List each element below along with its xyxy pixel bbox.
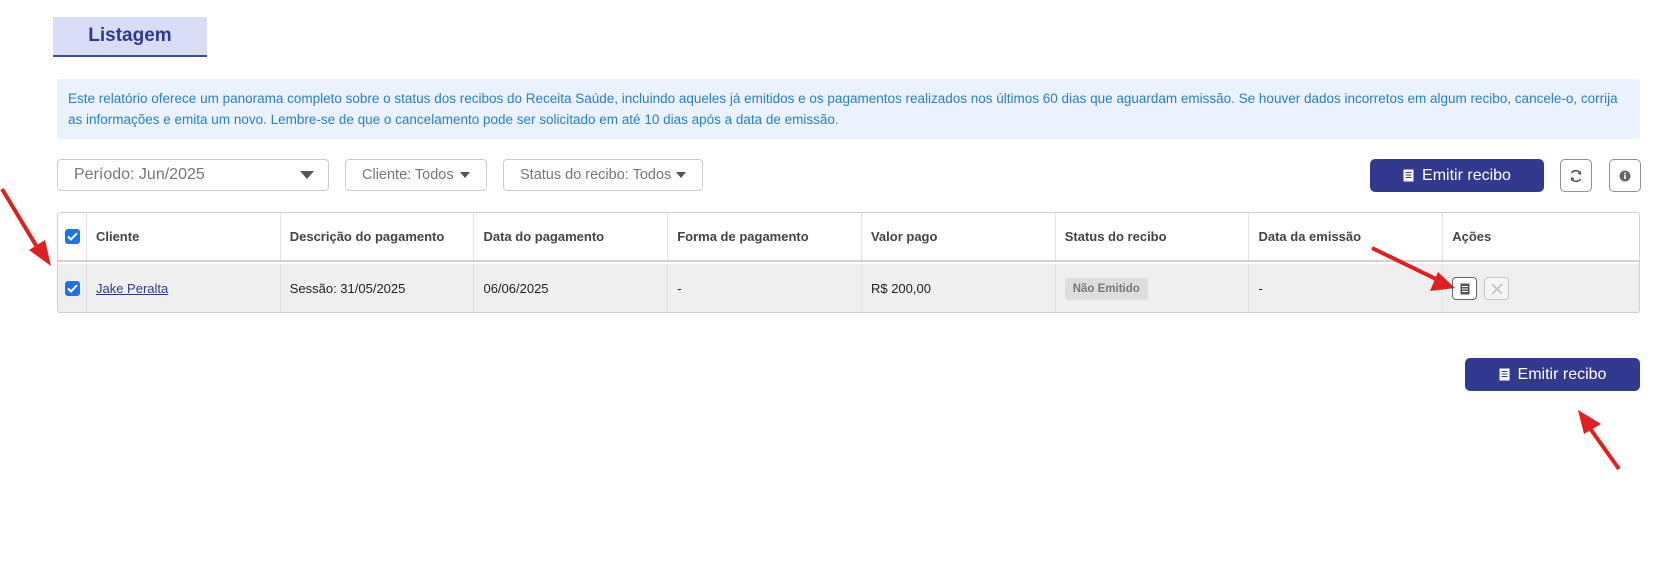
chevron-down-icon bbox=[460, 172, 470, 178]
close-icon bbox=[1491, 282, 1503, 295]
cell-payment-date: 06/06/2025 bbox=[474, 264, 669, 312]
client-filter-label: Cliente: Todos bbox=[362, 167, 454, 183]
column-header-description: Descrição do pagamento bbox=[281, 213, 475, 260]
cell-actions bbox=[1443, 264, 1639, 312]
client-filter[interactable]: Cliente: Todos bbox=[345, 159, 487, 191]
period-filter-label: Período: Jun/2025 bbox=[74, 166, 205, 183]
cell-description: Sessão: 31/05/2025 bbox=[281, 264, 475, 312]
chevron-down-icon bbox=[300, 171, 314, 179]
emit-receipt-label: Emitir recibo bbox=[1517, 365, 1607, 383]
cancel-receipt-action-button[interactable] bbox=[1484, 277, 1510, 300]
column-header-payment-date: Data do pagamento bbox=[474, 213, 669, 260]
period-filter[interactable]: Período: Jun/2025 bbox=[57, 159, 329, 191]
cell-issue-date: - bbox=[1249, 264, 1444, 312]
emit-receipt-button-top[interactable]: Emitir recibo bbox=[1370, 159, 1544, 192]
cell-client: Jake Peralta bbox=[87, 264, 281, 312]
column-header-payment-method: Forma de pagamento bbox=[668, 213, 862, 260]
info-icon bbox=[1619, 170, 1631, 181]
annotation-arrow-checkbox bbox=[0, 187, 51, 266]
status-badge: Não Emitido bbox=[1064, 277, 1148, 300]
receipts-table: Cliente Descrição do pagamento Data do p… bbox=[57, 212, 1640, 313]
receipt-icon bbox=[1403, 169, 1414, 182]
receipt-icon bbox=[1499, 368, 1510, 381]
emit-receipt-button-bottom[interactable]: Emitir recibo bbox=[1465, 358, 1640, 391]
column-header-client: Cliente bbox=[87, 213, 281, 260]
info-banner: Este relatório oferece um panorama compl… bbox=[57, 79, 1640, 139]
column-header-status: Status do recibo bbox=[1056, 213, 1250, 260]
status-filter-label: Status do recibo: Todos bbox=[520, 167, 672, 183]
check-icon bbox=[67, 284, 78, 293]
row-checkbox[interactable] bbox=[65, 281, 80, 296]
tab-label: Listagem bbox=[88, 25, 172, 46]
client-link[interactable]: Jake Peralta bbox=[96, 281, 168, 296]
select-all-checkbox[interactable] bbox=[65, 229, 80, 244]
refresh-button[interactable] bbox=[1560, 159, 1592, 192]
info-button[interactable] bbox=[1609, 159, 1641, 192]
cell-status: Não Emitido bbox=[1056, 264, 1250, 312]
emit-receipt-action-button[interactable] bbox=[1452, 277, 1478, 300]
info-text: Este relatório oferece um panorama compl… bbox=[68, 91, 1618, 127]
tab-listagem[interactable]: Listagem bbox=[53, 17, 207, 57]
chevron-down-icon bbox=[676, 172, 686, 178]
status-filter[interactable]: Status do recibo: Todos bbox=[503, 159, 703, 191]
cell-amount: R$ 200,00 bbox=[862, 264, 1056, 312]
refresh-icon bbox=[1570, 169, 1582, 182]
column-header-amount: Valor pago bbox=[862, 213, 1056, 260]
table-row: Jake Peralta Sessão: 31/05/2025 06/06/20… bbox=[58, 264, 1639, 312]
column-header-actions: Ações bbox=[1452, 229, 1492, 244]
select-all-cell bbox=[58, 213, 87, 260]
row-select-cell bbox=[58, 264, 87, 312]
column-header-issue-date: Data da emissão bbox=[1249, 213, 1444, 260]
table-header: Cliente Descrição do pagamento Data do p… bbox=[58, 213, 1639, 262]
cell-payment-method: - bbox=[668, 264, 862, 312]
annotation-arrow-bottom-button bbox=[1578, 410, 1621, 471]
check-icon bbox=[67, 232, 78, 241]
receipt-icon bbox=[1460, 283, 1470, 294]
emit-receipt-label: Emitir recibo bbox=[1422, 166, 1511, 184]
